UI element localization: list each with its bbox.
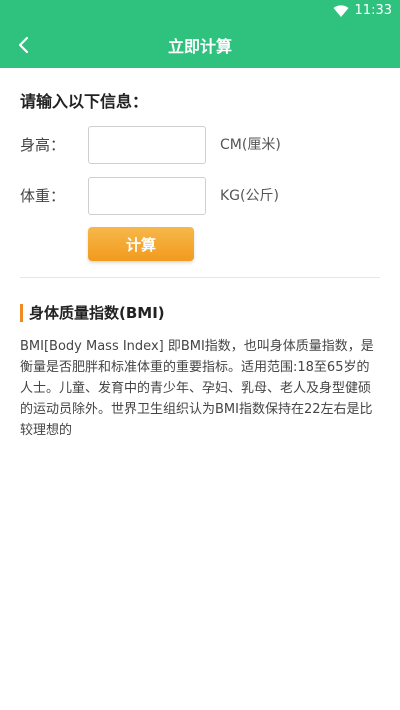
calculate-button[interactable]: 计算 — [88, 227, 194, 261]
status-right: 11:33 — [333, 3, 392, 18]
page-title: 立即计算 — [167, 37, 232, 56]
height-row: 身高： CM(厘米) — [20, 126, 380, 164]
form-heading: 请输入以下信息： — [20, 92, 149, 111]
weight-unit: KG(公斤) — [220, 188, 279, 204]
wifi-icon — [333, 4, 349, 17]
weight-label: 体重： — [20, 187, 66, 205]
divider — [20, 277, 380, 278]
info-title: 身体质量指数(BMI) — [20, 302, 165, 323]
height-input[interactable] — [88, 126, 206, 164]
info-body: BMI[Body Mass Index] 即BMI指数，也叫身体质量指数，是衡量… — [20, 339, 374, 438]
accent-bar — [20, 303, 23, 322]
app-bar: 立即计算 — [0, 22, 400, 68]
info-title-text: 身体质量指数(BMI) — [29, 304, 165, 322]
status-bar: 11:33 — [0, 0, 400, 22]
height-unit: CM(厘米) — [220, 137, 281, 153]
height-label: 身高： — [20, 136, 66, 154]
status-time: 11:33 — [354, 3, 392, 18]
weight-row: 体重： KG(公斤) — [20, 177, 380, 215]
weight-input[interactable] — [88, 177, 206, 215]
content: 请输入以下信息： 身高： CM(厘米) 体重： KG(公斤) 计算 身体质量指数… — [0, 68, 400, 710]
